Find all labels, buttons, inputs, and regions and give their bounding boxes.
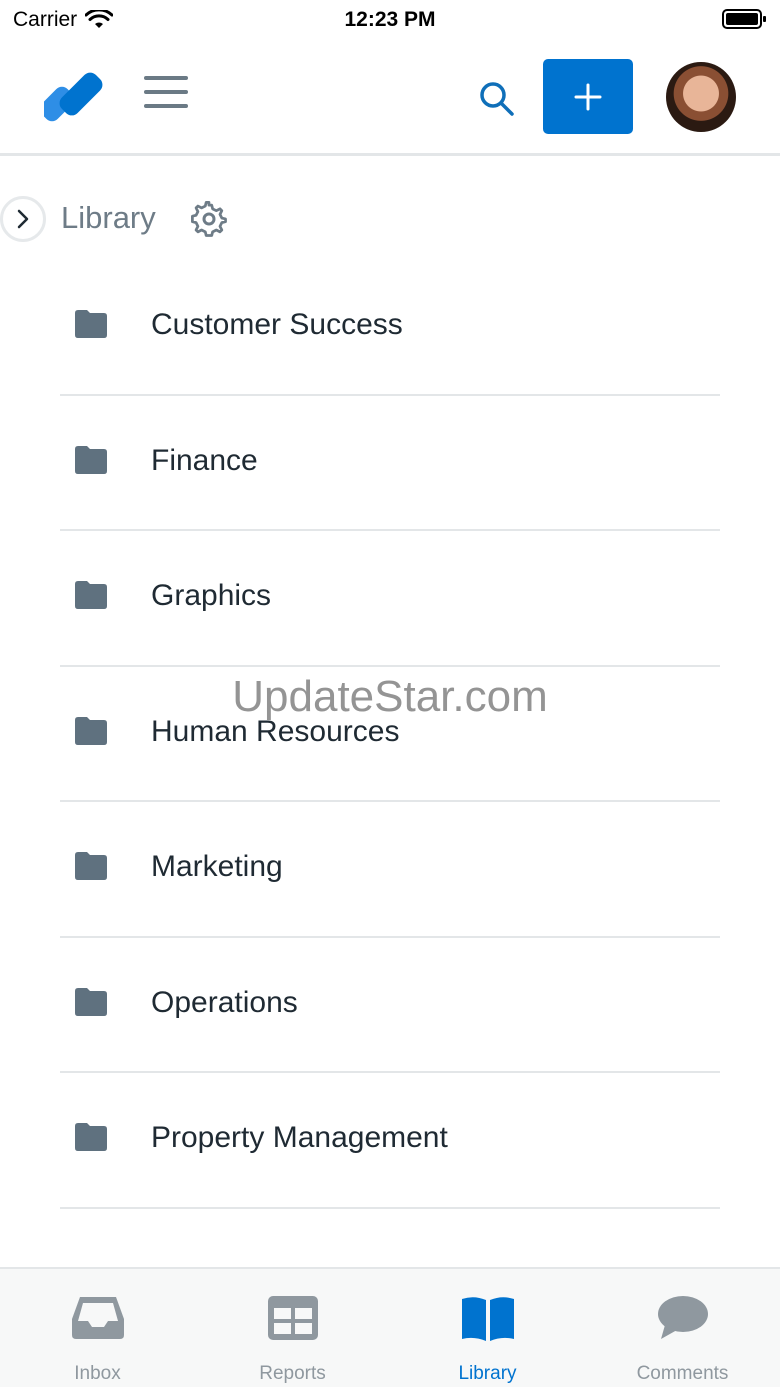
folder-list: Customer Success Finance Graphics Human … [60,260,720,1209]
folder-row-marketing[interactable]: Marketing [60,802,720,938]
app-logo-icon[interactable] [44,64,106,126]
folder-label: Operations [151,985,298,1019]
folder-label: Finance [151,443,258,477]
folder-row-customer-success[interactable]: Customer Success [60,260,720,396]
tab-bar: Inbox Reports Library Comments [0,1267,780,1387]
tab-label: Reports [259,1363,326,1384]
folder-icon [75,716,107,745]
tab-label: Inbox [74,1363,121,1384]
battery-icon [722,8,768,36]
speech-bubble-icon [657,1296,708,1339]
plus-icon [574,83,602,110]
breadcrumb: Library [0,196,780,244]
folder-label: Human Resources [151,714,400,748]
folder-label: Graphics [151,579,272,612]
folder-label: Customer Success [151,308,403,341]
hamburger-menu-icon[interactable] [144,76,188,116]
grid-table-icon [267,1296,318,1340]
folder-icon [75,852,107,880]
folder-icon [75,987,107,1016]
status-bar: Carrier 12:23 PM [0,0,780,40]
tab-library[interactable]: Library [390,1269,585,1387]
user-avatar[interactable] [666,62,736,132]
library-screen: Carrier 12:23 PM Library Customer Succes… [0,0,780,1387]
status-time: 12:23 PM [344,8,436,31]
tab-reports[interactable]: Reports [195,1269,390,1387]
folder-icon [75,1123,107,1151]
chevron-right-icon [17,209,29,229]
app-header [0,40,780,156]
page-title: Library [61,200,156,235]
open-book-icon [461,1297,514,1341]
folder-row-operations[interactable]: Operations [60,938,720,1073]
tab-label: Comments [636,1363,729,1384]
folder-label: Marketing [151,850,283,883]
add-button[interactable] [543,59,633,134]
inbox-tray-icon [71,1297,124,1339]
search-icon[interactable] [476,78,518,120]
folder-icon [75,310,107,338]
folder-icon [75,445,107,474]
folder-row-finance[interactable]: Finance [60,396,720,531]
tab-label: Library [458,1363,517,1384]
gear-icon[interactable] [190,200,228,238]
folder-row-human-resources[interactable]: Human Resources [60,667,720,802]
tab-comments[interactable]: Comments [585,1269,780,1387]
folder-icon [75,581,107,609]
folder-row-graphics[interactable]: Graphics [60,531,720,667]
folder-label: Property Management [151,1121,448,1154]
folder-row-property-management[interactable]: Property Management [60,1073,720,1209]
tab-inbox[interactable]: Inbox [0,1269,195,1387]
expand-sidebar-button[interactable] [0,196,46,242]
